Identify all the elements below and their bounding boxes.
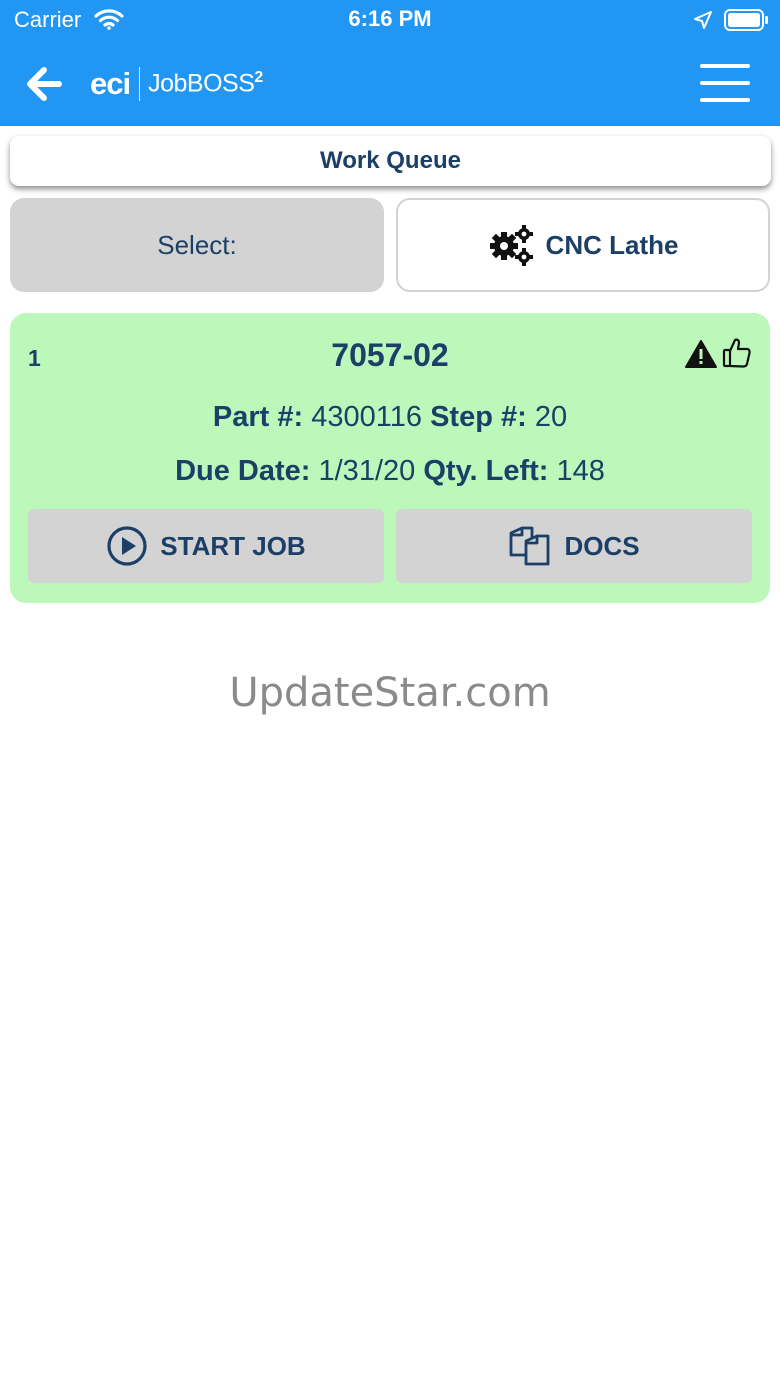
back-button[interactable] bbox=[22, 62, 66, 106]
job-part-step-line: Part #: 4300116 Step #: 20 bbox=[10, 401, 770, 434]
status-bar: Carrier 6:16 PM bbox=[0, 0, 780, 40]
status-time: 6:16 PM bbox=[348, 6, 432, 31]
play-circle-icon bbox=[106, 525, 148, 567]
due-date-label: Due Date: bbox=[175, 455, 311, 487]
step-label: Step #: bbox=[430, 401, 527, 433]
job-due-qty-line: Due Date: 1/31/20 Qty. Left: 148 bbox=[10, 455, 770, 488]
copy-documents-icon bbox=[508, 525, 552, 567]
nav-bar: eci JobBOSS2 bbox=[0, 52, 780, 116]
step-value: 20 bbox=[534, 401, 568, 433]
start-job-button[interactable]: START JOB bbox=[28, 509, 384, 583]
docs-label: DOCS bbox=[564, 530, 640, 561]
machine-label: CNC Lathe bbox=[545, 229, 679, 260]
qty-left-label: Qty. Left: bbox=[423, 455, 549, 487]
start-job-label: START JOB bbox=[160, 530, 306, 561]
watermark-text: UpdateStar.com bbox=[229, 670, 551, 716]
logo-divider bbox=[139, 67, 141, 101]
location-arrow-icon bbox=[693, 10, 713, 34]
app-logo: eci JobBOSS2 bbox=[90, 64, 263, 104]
machine-selector-button[interactable]: CNC Lathe bbox=[396, 198, 770, 292]
menu-button[interactable] bbox=[700, 62, 752, 104]
arrow-left-icon bbox=[26, 66, 62, 102]
warning-icon bbox=[684, 339, 718, 373]
qty-left-value: 148 bbox=[556, 455, 605, 487]
app-header: Carrier 6:16 PM eci JobBOSS2 bbox=[0, 0, 780, 126]
thumbs-up-icon[interactable] bbox=[722, 337, 752, 373]
job-card[interactable]: 1 7057-02 Part #: 4300116 Step #: 20 Due… bbox=[10, 313, 770, 603]
part-value: 4300116 bbox=[311, 401, 422, 433]
job-number: 7057-02 bbox=[331, 337, 449, 373]
battery-icon bbox=[724, 8, 770, 36]
logo-product: JobBOSS2 bbox=[148, 69, 263, 98]
page-title: Work Queue bbox=[10, 136, 771, 186]
part-label: Part #: bbox=[212, 401, 304, 433]
select-button[interactable]: Select: bbox=[10, 198, 384, 292]
due-date-value: 1/31/20 bbox=[318, 455, 416, 487]
docs-button[interactable]: DOCS bbox=[396, 509, 752, 583]
logo-brand: eci bbox=[90, 66, 131, 101]
gears-icon bbox=[488, 224, 534, 266]
select-label: Select: bbox=[157, 229, 237, 260]
